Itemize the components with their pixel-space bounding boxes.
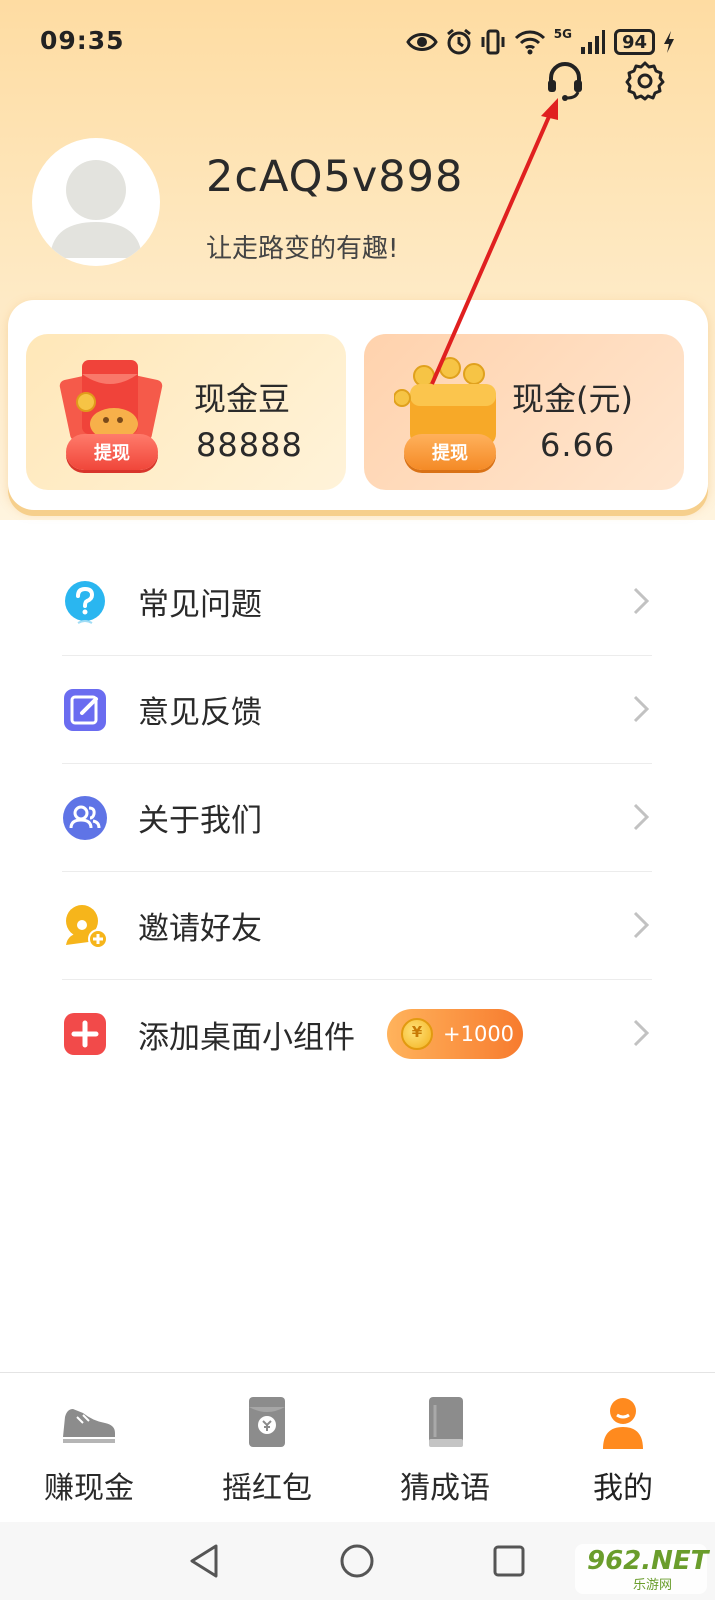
book-icon xyxy=(429,1397,463,1447)
default-avatar-icon xyxy=(50,160,142,258)
watermark-sub: 乐游网 xyxy=(633,1578,673,1593)
plus-icon xyxy=(64,1013,106,1055)
menu-label: 意见反馈 xyxy=(138,695,262,731)
menu-label: 添加桌面小组件 xyxy=(138,1019,355,1056)
eye-icon xyxy=(405,33,438,51)
gear-icon[interactable] xyxy=(623,58,667,102)
menu-item-about[interactable]: 关于我们 xyxy=(62,764,652,872)
charging-icon xyxy=(664,31,674,53)
nav-label: 赚现金 xyxy=(44,1471,134,1506)
nav-tab-idiom-quiz[interactable]: 猜成语 xyxy=(356,1373,534,1523)
menu-item-feedback[interactable]: 意见反馈 xyxy=(62,656,652,764)
system-nav-bar: 962.NET 乐游网 xyxy=(0,1522,715,1600)
edit-icon xyxy=(64,688,106,731)
beans-withdraw-button[interactable]: 提现 xyxy=(66,434,158,470)
invite-friend-icon xyxy=(66,904,108,949)
chevron-right-icon xyxy=(633,911,650,939)
beans-title: 现金豆 xyxy=(194,380,291,418)
headset-icon[interactable] xyxy=(543,58,587,102)
red-envelope-icon xyxy=(249,1397,285,1447)
nav-tab-shake-envelope[interactable]: 摇红包 xyxy=(178,1373,356,1523)
cash-title: 现金(元) xyxy=(512,380,633,418)
status-icons: 5G 94 xyxy=(405,26,675,58)
cash-tile[interactable]: 提现 现金(元) 6.66 xyxy=(364,334,684,490)
menu-label: 邀请好友 xyxy=(138,911,262,947)
nav-label: 摇红包 xyxy=(222,1471,312,1506)
back-icon[interactable] xyxy=(186,1542,224,1580)
cash-beans-tile[interactable]: 提现 现金豆 88888 xyxy=(26,334,346,490)
shoe-icon xyxy=(63,1409,115,1443)
bottom-nav: 赚现金 摇红包 猜成语 我的 xyxy=(0,1372,715,1522)
chevron-right-icon xyxy=(633,695,650,723)
beans-value: 88888 xyxy=(196,426,303,464)
recents-icon[interactable] xyxy=(490,1542,528,1580)
username: 2cAQ5v898 xyxy=(206,152,464,202)
wallet-card: 提现 现金豆 88888 提现 现金(元) 6.66 xyxy=(8,300,708,510)
settings-menu: 常见问题 意见反馈 关于我们 邀请好友 添加桌面小组件 ¥ +1000 xyxy=(62,548,652,1088)
reward-amount: +1000 xyxy=(443,1022,515,1046)
signal-icon xyxy=(580,30,605,54)
reward-badge: +1000 xyxy=(387,1009,523,1059)
menu-item-invite[interactable]: 邀请好友 xyxy=(62,872,652,980)
avatar[interactable] xyxy=(32,138,160,266)
watermark-logo: 962.NET 乐游网 xyxy=(575,1544,709,1594)
cash-withdraw-button[interactable]: 提现 xyxy=(404,434,496,470)
chevron-right-icon xyxy=(633,1019,650,1047)
wifi-icon xyxy=(514,30,545,55)
user-icon xyxy=(603,1398,643,1449)
menu-item-faq[interactable]: 常见问题 xyxy=(62,548,652,656)
menu-label: 关于我们 xyxy=(138,803,262,839)
nav-tab-earn-cash[interactable]: 赚现金 xyxy=(0,1373,178,1523)
battery-indicator: 94 xyxy=(613,29,655,55)
watermark-text: 962.NET xyxy=(587,1546,709,1576)
vibrate-icon xyxy=(481,29,505,55)
coin-icon xyxy=(401,1018,433,1050)
network-type: 5G xyxy=(553,27,572,41)
nav-label: 我的 xyxy=(593,1471,653,1506)
home-icon[interactable] xyxy=(338,1542,376,1580)
nav-tab-mine[interactable]: 我的 xyxy=(534,1373,712,1523)
chevron-right-icon xyxy=(633,587,650,615)
cash-value: 6.66 xyxy=(540,426,616,464)
status-time: 09:35 xyxy=(40,26,125,55)
menu-item-add-widget[interactable]: 添加桌面小组件 +1000 xyxy=(62,980,652,1088)
alarm-icon xyxy=(446,28,471,55)
chevron-right-icon xyxy=(633,803,650,831)
profile-slogan: 让走路变的有趣! xyxy=(206,234,399,264)
users-icon xyxy=(63,795,107,840)
question-icon xyxy=(65,580,105,624)
menu-label: 常见问题 xyxy=(138,587,262,623)
nav-label: 猜成语 xyxy=(400,1471,490,1506)
status-bar: 09:35 5G 94 xyxy=(0,0,715,80)
